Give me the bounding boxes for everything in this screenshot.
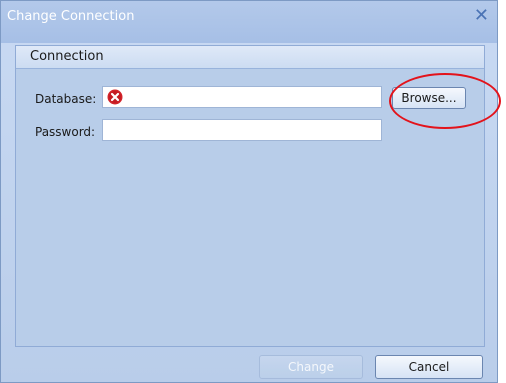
database-label: Database: [35,92,97,106]
change-button[interactable]: Change [259,355,363,379]
database-field[interactable] [102,86,382,108]
annotation-circle [389,73,501,129]
close-icon[interactable]: ✕ [474,5,489,26]
title-bar: Change Connection ✕ [1,1,497,43]
group-header: Connection [16,46,484,69]
dialog-title: Change Connection [7,9,135,24]
cancel-button[interactable]: Cancel [375,355,483,379]
error-x-icon [107,89,123,105]
change-connection-dialog: Change Connection ✕ Connection Database:… [0,0,501,383]
password-label: Password: [35,125,96,139]
password-field[interactable] [102,119,382,141]
